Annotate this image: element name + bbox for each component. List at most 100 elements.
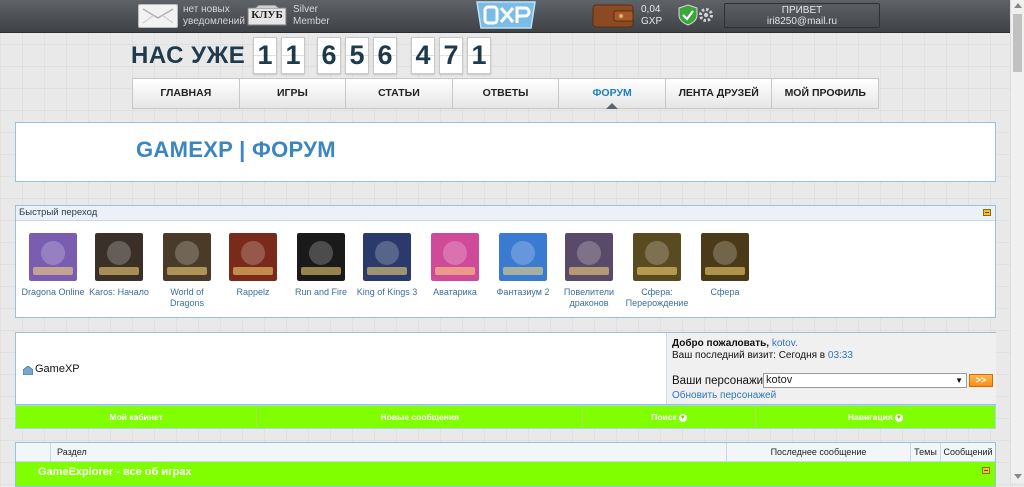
- game-label-line-2: Перерождение: [625, 298, 689, 308]
- game-thumbnail[interactable]: [565, 233, 613, 281]
- site-logo[interactable]: [473, 0, 539, 32]
- quick-jump-game[interactable]: Повелители драконов: [555, 233, 623, 309]
- counter-digit: 7: [439, 37, 463, 74]
- membership-line-1: Silver: [293, 4, 319, 15]
- game-label[interactable]: Karos: Начало: [85, 287, 153, 298]
- club-label[interactable]: КЛУБ: [247, 9, 287, 21]
- forum-home-icon[interactable]: [23, 366, 33, 375]
- game-label[interactable]: Dragona Online: [19, 287, 87, 298]
- game-label[interactable]: King of Kings 3: [353, 287, 421, 298]
- go-button[interactable]: >>: [969, 374, 993, 387]
- collapse-icon[interactable]: [983, 209, 991, 216]
- nav-item-friends-feed[interactable]: ЛЕНТА ДРУЗЕЙ: [666, 79, 773, 108]
- game-thumbnail[interactable]: [163, 233, 211, 281]
- characters-select-value: kotov: [766, 374, 793, 386]
- gear-icon[interactable]: [697, 6, 715, 24]
- envelope-icon[interactable]: [138, 4, 178, 28]
- scroll-down-arrow-icon[interactable]: [1014, 474, 1022, 479]
- nav-item-articles[interactable]: СТАТЬИ: [346, 79, 453, 108]
- page-title: GAMEXP | ФОРУМ: [136, 137, 336, 162]
- nav-item-games[interactable]: ИГРЫ: [240, 79, 347, 108]
- quick-jump-game[interactable]: Фантазиум 2: [489, 233, 557, 298]
- nav-item-forum[interactable]: ФОРУМ: [559, 79, 666, 109]
- welcome-panel: GameXP Добро пожаловать, kotov. Ваш посл…: [15, 332, 996, 405]
- game-label-line-1: Rappelz: [236, 287, 270, 297]
- game-label[interactable]: World of Dragons: [153, 287, 221, 309]
- quick-jump-game[interactable]: Rappelz: [219, 233, 287, 298]
- game-label-line-1: Сфера: [710, 287, 740, 297]
- quick-jump-game[interactable]: King of Kings 3: [353, 233, 421, 298]
- game-label[interactable]: Фантазиум 2: [489, 287, 557, 298]
- forum-nav-search[interactable]: Поиск ▼: [583, 406, 756, 428]
- forum-category-row[interactable]: GameExplorer - все об играх: [16, 462, 995, 486]
- chevron-down-icon: ▼: [894, 413, 903, 422]
- nav-item-my-profile[interactable]: МОЙ ПРОФИЛЬ: [772, 79, 878, 108]
- quick-jump-header: Быстрый переход: [16, 206, 995, 221]
- game-label[interactable]: Rappelz: [219, 287, 287, 298]
- game-label-line-1: Повелители: [563, 287, 615, 297]
- game-label-line-1: Dragona Online: [21, 287, 85, 297]
- game-thumbnail[interactable]: [431, 233, 479, 281]
- counter-digit: 6: [317, 37, 341, 74]
- quick-jump-game[interactable]: Аватарика: [421, 233, 489, 298]
- game-thumbnail[interactable]: [297, 233, 345, 281]
- quick-jump-game[interactable]: Сфера: Перерождение: [623, 233, 691, 309]
- notifications-status[interactable]: нет новых уведомлений: [183, 4, 245, 28]
- game-label-line-1: King of Kings 3: [356, 287, 418, 297]
- welcome-prefix: Добро пожаловать,: [672, 338, 770, 349]
- game-thumbnail[interactable]: [29, 233, 77, 281]
- username-link[interactable]: kotov.: [772, 338, 798, 349]
- page-scrollbar[interactable]: [1010, 0, 1024, 483]
- scroll-up-arrow-icon[interactable]: [1014, 3, 1022, 8]
- game-label[interactable]: Аватарика: [421, 287, 489, 298]
- chevron-down-icon: ▼: [678, 413, 687, 422]
- collapse-icon[interactable]: [982, 467, 990, 474]
- game-thumbnail[interactable]: [229, 233, 277, 281]
- table-header-topics: Темы: [910, 443, 940, 461]
- game-thumbnail[interactable]: [95, 233, 143, 281]
- nav-item-answers[interactable]: ОТВЕТЫ: [453, 79, 560, 108]
- table-header-posts: Сообщений: [940, 443, 995, 461]
- game-label-line-1: Сфера:: [641, 287, 673, 297]
- balance: 0,04 GXP: [641, 4, 662, 28]
- game-thumbnail[interactable]: [499, 233, 547, 281]
- forum-home-link[interactable]: GameXP: [35, 363, 80, 375]
- game-label-line-1: World of: [170, 287, 204, 297]
- quick-jump-title: Быстрый переход: [19, 207, 98, 218]
- quick-jump-game[interactable]: Сфера: [691, 233, 759, 298]
- game-label-line-1: Аватарика: [433, 287, 477, 297]
- quick-jump-game[interactable]: World of Dragons: [153, 233, 221, 309]
- forum-nav-bar: Мой кабинет Новые сообщения Поиск ▼ Навиг…: [15, 405, 996, 429]
- main-nav: ГЛАВНАЯ ИГРЫ СТАТЬИ ОТВЕТЫ ФОРУМ ЛЕНТА Д…: [132, 78, 879, 109]
- forum-category-title[interactable]: GameExplorer - все об играх: [38, 466, 192, 478]
- quick-jump-game[interactable]: Karos: Начало: [85, 233, 153, 298]
- shield-icon[interactable]: [678, 4, 698, 26]
- forum-nav-new-posts[interactable]: Новые сообщения: [257, 406, 584, 428]
- refresh-characters-link[interactable]: Обновить персонажей: [672, 390, 776, 401]
- users-counter-label: НАС УЖЕ: [131, 42, 246, 69]
- nav-item-home[interactable]: ГЛАВНАЯ: [133, 79, 240, 108]
- user-menu-button[interactable]: ПРИВЕТ iri8250@mail.ru: [724, 3, 880, 28]
- forum-table: Раздел Последнее сообщение Темы Сообщени…: [15, 442, 996, 487]
- quick-jump-game[interactable]: Run and Fire: [287, 233, 355, 298]
- characters-select[interactable]: kotov ▼: [763, 373, 967, 388]
- table-header-last-post: Последнее сообщение: [726, 443, 910, 461]
- last-visit-time: 03:33: [827, 350, 853, 361]
- game-label[interactable]: Run and Fire: [287, 287, 355, 298]
- game-thumbnail[interactable]: [633, 233, 681, 281]
- game-label-line-2: Dragons: [169, 298, 205, 308]
- quick-jump-game[interactable]: Dragona Online: [19, 233, 87, 298]
- game-label[interactable]: Сфера: Перерождение: [623, 287, 691, 309]
- last-visit: Ваш последний визит: Сегодня в 03:33: [672, 350, 853, 361]
- game-label[interactable]: Повелители драконов: [555, 287, 623, 309]
- game-thumbnail[interactable]: [701, 233, 749, 281]
- table-header-icon-col: [16, 443, 50, 461]
- forum-nav-navigation[interactable]: Навигация ▼: [756, 406, 995, 428]
- characters-label: Ваши персонажи:: [672, 375, 767, 387]
- scrollbar-thumb[interactable]: [1013, 14, 1022, 72]
- forum-nav-navigation-label: Навигация: [847, 412, 893, 422]
- game-thumbnail[interactable]: [363, 233, 411, 281]
- wallet-icon[interactable]: [592, 3, 634, 29]
- forum-nav-my-cabinet[interactable]: Мой кабинет: [16, 406, 258, 428]
- game-label[interactable]: Сфера: [691, 287, 759, 298]
